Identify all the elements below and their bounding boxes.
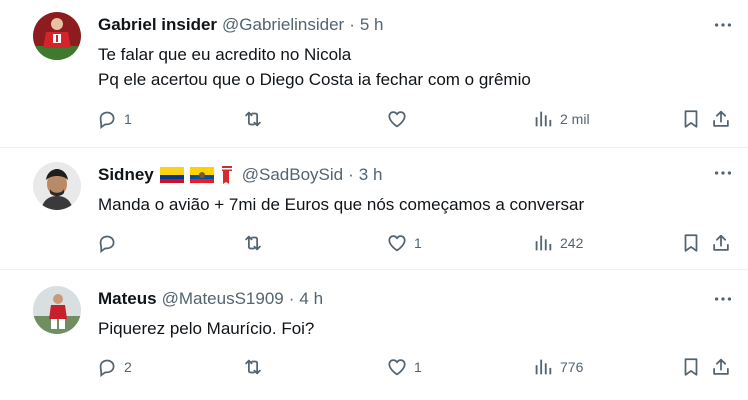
tweet-text: Te falar que eu acredito no Nicola Pq el… bbox=[98, 42, 531, 92]
avatar-image bbox=[33, 12, 81, 60]
retweet-button[interactable] bbox=[242, 356, 270, 378]
retweet-icon bbox=[242, 232, 264, 254]
tweet-header: Mateus @MateusS1909 · 4 h bbox=[98, 288, 323, 310]
avatar-image bbox=[33, 162, 81, 210]
separator-dot: · bbox=[349, 15, 355, 34]
tweet-text-line: Piquerez pelo Maurício. Foi? bbox=[98, 319, 315, 338]
like-button[interactable] bbox=[386, 108, 414, 130]
like-icon bbox=[386, 356, 408, 378]
action-bar: 1 2 mil bbox=[96, 108, 738, 132]
author-handle[interactable]: @SadBoySid bbox=[242, 164, 343, 186]
more-icon bbox=[712, 162, 734, 184]
retweet-icon bbox=[242, 356, 264, 378]
tweet[interactable]: Mateus @MateusS1909 · 4 h Piquerez pelo … bbox=[0, 270, 748, 400]
views-icon bbox=[532, 356, 554, 378]
retweet-button[interactable] bbox=[242, 232, 270, 254]
views-button[interactable]: 2 mil bbox=[532, 108, 590, 130]
timestamp[interactable]: 4 h bbox=[299, 288, 323, 310]
views-icon bbox=[532, 108, 554, 130]
separator-dot: · bbox=[288, 289, 295, 308]
reply-count: 2 bbox=[124, 359, 132, 375]
views-count: 242 bbox=[560, 235, 584, 251]
reply-icon bbox=[96, 356, 118, 378]
share-button[interactable] bbox=[710, 232, 732, 254]
reply-button[interactable] bbox=[96, 232, 124, 254]
timestamp[interactable]: 3 h bbox=[359, 164, 383, 186]
like-button[interactable]: 1 bbox=[386, 232, 422, 254]
avatar[interactable] bbox=[33, 286, 81, 334]
retweet-icon bbox=[242, 108, 264, 130]
reply-icon bbox=[96, 108, 118, 130]
avatar[interactable] bbox=[33, 12, 81, 60]
avatar[interactable] bbox=[33, 162, 81, 210]
like-icon bbox=[386, 108, 408, 130]
more-options-button[interactable] bbox=[712, 14, 734, 36]
action-bar: 2 1 776 bbox=[96, 356, 738, 380]
bookmark-button[interactable] bbox=[680, 108, 702, 130]
views-button[interactable]: 776 bbox=[532, 356, 583, 378]
more-options-button[interactable] bbox=[712, 288, 734, 310]
share-icon bbox=[710, 108, 732, 130]
share-button[interactable] bbox=[710, 356, 732, 378]
timestamp[interactable]: 5 h bbox=[360, 14, 384, 36]
colombia-flag-icon bbox=[159, 167, 184, 183]
scarf-icon bbox=[221, 166, 232, 184]
bookmark-button[interactable] bbox=[680, 356, 702, 378]
tweet[interactable]: Gabriel insider @Gabrielinsider · 5 h Te… bbox=[0, 0, 748, 148]
like-count: 1 bbox=[414, 359, 422, 375]
more-icon bbox=[712, 14, 734, 36]
author-handle[interactable]: @MateusS1909 bbox=[162, 288, 284, 310]
action-bar: 1 242 bbox=[96, 232, 738, 256]
tweet[interactable]: Sidney @SadBoySid · 3 h Manda o avião + … bbox=[0, 148, 748, 270]
avatar-image bbox=[33, 286, 81, 334]
tweet-text-line: Manda o avião + 7mi de Euros que nós com… bbox=[98, 195, 585, 214]
like-button[interactable]: 1 bbox=[386, 356, 422, 378]
more-options-button[interactable] bbox=[712, 162, 734, 184]
share-icon bbox=[710, 356, 732, 378]
tweet-header: Sidney @SadBoySid · 3 h bbox=[98, 164, 382, 186]
bookmark-button[interactable] bbox=[680, 232, 702, 254]
tweet-text: Manda o avião + 7mi de Euros que nós com… bbox=[98, 192, 584, 217]
bookmark-icon bbox=[680, 356, 702, 378]
like-icon bbox=[386, 232, 408, 254]
ecuador-flag-icon bbox=[189, 167, 214, 183]
bookmark-icon bbox=[680, 108, 702, 130]
views-count: 2 mil bbox=[560, 111, 590, 127]
author-name[interactable]: Sidney bbox=[98, 164, 154, 186]
tweet-text-line: Te falar que eu acredito no Nicola bbox=[98, 45, 352, 64]
author-name[interactable]: Mateus bbox=[98, 288, 157, 310]
name-emojis bbox=[159, 165, 234, 185]
separator-dot: · bbox=[348, 165, 354, 184]
tweet-text-line: Pq ele acertou que o Diego Costa ia fech… bbox=[98, 70, 531, 89]
reply-button[interactable]: 1 bbox=[96, 108, 132, 130]
reply-count: 1 bbox=[124, 111, 132, 127]
like-count: 1 bbox=[414, 235, 422, 251]
views-count: 776 bbox=[560, 359, 584, 375]
reply-button[interactable]: 2 bbox=[96, 356, 132, 378]
share-icon bbox=[710, 232, 732, 254]
share-button[interactable] bbox=[710, 108, 732, 130]
views-icon bbox=[532, 232, 554, 254]
more-icon bbox=[712, 288, 734, 310]
reply-icon bbox=[96, 232, 118, 254]
views-button[interactable]: 242 bbox=[532, 232, 583, 254]
author-name[interactable]: Gabriel insider bbox=[98, 14, 217, 36]
retweet-button[interactable] bbox=[242, 108, 270, 130]
bookmark-icon bbox=[680, 232, 702, 254]
tweet-text: Piquerez pelo Maurício. Foi? bbox=[98, 316, 314, 341]
author-handle[interactable]: @Gabrielinsider bbox=[222, 14, 344, 36]
tweet-header: Gabriel insider @Gabrielinsider · 5 h bbox=[98, 14, 384, 36]
